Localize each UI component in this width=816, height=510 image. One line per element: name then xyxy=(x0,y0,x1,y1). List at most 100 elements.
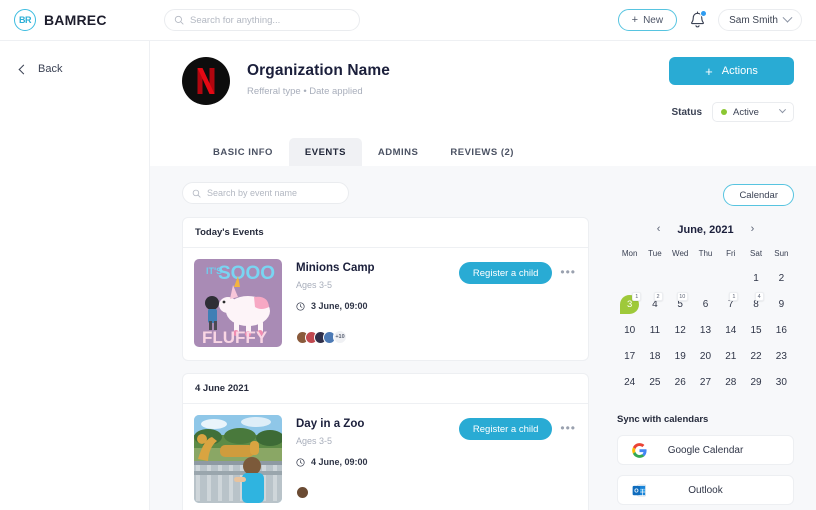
sync-outlook-button[interactable]: O Outlook xyxy=(617,475,794,505)
register-child-button[interactable]: Register a child xyxy=(458,418,553,440)
calendar-column: Calendar ‹ June, 2021 › Mon Tue Wed Thu Fri S… xyxy=(589,182,794,510)
status-dropdown[interactable]: Active xyxy=(712,102,794,122)
calendar-day[interactable]: 29 xyxy=(743,373,768,392)
calendar-day[interactable]: 25 xyxy=(642,373,667,392)
calendar-day[interactable]: 18 xyxy=(642,347,667,366)
actions-button-label: Actions xyxy=(721,65,758,77)
tab-events[interactable]: EVENTS xyxy=(288,138,362,166)
calendar-prev-button[interactable]: ‹ xyxy=(654,222,664,237)
event-ages: Ages 3-5 xyxy=(296,280,333,290)
list-item[interactable]: IT'S SOOO FLUFFY Minions Camp Ages 3-5 3… xyxy=(183,248,588,360)
back-label: Back xyxy=(38,63,63,75)
global-search-input[interactable] xyxy=(190,14,350,26)
svg-text:SOOO: SOOO xyxy=(218,263,275,284)
calendar-day[interactable]: 1 xyxy=(743,269,768,288)
chevron-down-icon xyxy=(778,105,787,113)
attendee-avatars[interactable]: +10 xyxy=(296,330,459,344)
calendar-day[interactable]: 84 xyxy=(743,292,768,314)
calendar-day[interactable]: 16 xyxy=(769,321,794,340)
sync-google-calendar-button[interactable]: Google Calendar xyxy=(617,435,794,465)
global-search[interactable] xyxy=(164,9,360,31)
event-group: 4 June 2021 Day in a Zoo Ages 3-5 4 June… xyxy=(182,373,589,510)
calendar-day[interactable]: 30 xyxy=(769,373,794,392)
calendar-day[interactable]: 26 xyxy=(668,373,693,392)
calendar-day[interactable]: 27 xyxy=(693,373,718,392)
calendar-day[interactable]: 42 xyxy=(642,292,667,314)
organization-actions: + Actions Status Active xyxy=(669,57,794,122)
fluffy-unicorn-image: IT'S SOOO FLUFFY xyxy=(194,259,282,347)
calendar-day[interactable]: 22 xyxy=(743,347,768,366)
calendar-day-event-count: 10 xyxy=(676,292,688,301)
content: Organization Name Refferal type • Date a… xyxy=(150,41,816,510)
calendar-button[interactable]: Calendar xyxy=(723,184,794,206)
event-menu-button[interactable]: ••• xyxy=(560,418,576,438)
calendar-day[interactable]: 19 xyxy=(668,347,693,366)
calendar-cell-empty xyxy=(693,269,718,288)
event-menu-button[interactable]: ••• xyxy=(560,262,576,282)
new-button[interactable]: + New xyxy=(617,9,678,31)
calendar-cell-empty xyxy=(668,269,693,288)
calendar-day[interactable]: 17 xyxy=(617,347,642,366)
calendar-day-number: 16 xyxy=(775,325,787,336)
event-details: Minions Camp Ages 3-5 3 June, 09:00 +10 xyxy=(296,259,459,347)
events-toolbar xyxy=(182,182,589,204)
top-bar-right: + New Sam Smith xyxy=(617,9,802,31)
organization-row: Organization Name Refferal type • Date a… xyxy=(182,57,794,122)
event-search[interactable] xyxy=(182,182,349,204)
event-details: Day in a Zoo Ages 3-5 4 June, 09:00 xyxy=(296,415,459,503)
calendar-day[interactable]: 15 xyxy=(743,321,768,340)
calendar-day[interactable]: 28 xyxy=(718,373,743,392)
calendar-day-number: 2 xyxy=(778,273,785,284)
calendar-button-label: Calendar xyxy=(739,189,778,201)
calendar-day-event-count: 4 xyxy=(754,292,764,301)
search-icon xyxy=(174,15,184,25)
organization-header: Organization Name Refferal type • Date a… xyxy=(150,41,816,166)
calendar-day-number: 11 xyxy=(649,325,661,336)
brand[interactable]: BR BAMREC xyxy=(14,9,134,31)
calendar-day[interactable]: 14 xyxy=(718,321,743,340)
plus-icon: + xyxy=(631,14,639,26)
calendar-day[interactable]: 13 xyxy=(693,321,718,340)
calendar-cell-empty xyxy=(642,269,667,288)
status-dot-icon xyxy=(721,109,727,115)
list-item[interactable]: Day in a Zoo Ages 3-5 4 June, 09:00 Regi… xyxy=(183,404,588,510)
sidebar: Back xyxy=(0,41,150,510)
event-search-input[interactable] xyxy=(207,188,339,198)
register-child-button[interactable]: Register a child xyxy=(458,262,553,284)
calendar-day[interactable]: 5 10 xyxy=(668,292,693,314)
actions-button[interactable]: + Actions xyxy=(669,57,794,85)
calendar-day[interactable]: 24 xyxy=(617,373,642,392)
calendar-day[interactable]: 2 xyxy=(769,269,794,288)
sync-outlook-label: Outlook xyxy=(688,484,723,496)
notifications-button[interactable] xyxy=(689,9,708,30)
event-time-row: 4 June, 09:00 xyxy=(296,457,459,467)
calendar-day[interactable]: 12 xyxy=(668,321,693,340)
notification-dot xyxy=(700,9,708,17)
calendar-day-today[interactable]: 31 xyxy=(617,292,642,314)
tab-basic-info[interactable]: BASIC INFO xyxy=(197,138,289,166)
event-thumbnail: IT'S SOOO FLUFFY xyxy=(194,259,282,347)
tab-reviews[interactable]: REVIEWS (2) xyxy=(434,138,530,166)
calendar-day[interactable]: 21 xyxy=(718,347,743,366)
calendar-day[interactable]: 71 xyxy=(718,292,743,314)
clock-icon xyxy=(296,301,305,311)
brand-logo-text: BR xyxy=(19,15,32,25)
calendar-day[interactable]: 9 xyxy=(769,295,794,314)
user-menu[interactable]: Sam Smith xyxy=(718,9,802,31)
calendar-day[interactable]: 11 xyxy=(642,321,667,340)
calendar-day[interactable]: 6 xyxy=(693,295,718,314)
calendar-day[interactable]: 23 xyxy=(769,347,794,366)
attendee-avatars[interactable] xyxy=(296,486,459,499)
calendar-day-number: 20 xyxy=(699,351,712,362)
tab-admins[interactable]: ADMINS xyxy=(362,138,434,166)
calendar-day[interactable]: 10 xyxy=(617,321,642,340)
calendar-day-number: 23 xyxy=(775,351,787,362)
event-ages: Ages 3-5 xyxy=(296,436,333,446)
calendar-day-number: 25 xyxy=(649,377,661,388)
calendar-next-button[interactable]: › xyxy=(748,222,758,237)
back-button[interactable]: Back xyxy=(0,63,149,75)
calendar-day[interactable]: 20 xyxy=(693,347,718,366)
event-title: Day in a Zoo xyxy=(296,418,365,430)
calendar-day-number: 27 xyxy=(699,377,712,388)
calendar-day-name: Thu xyxy=(698,249,713,258)
